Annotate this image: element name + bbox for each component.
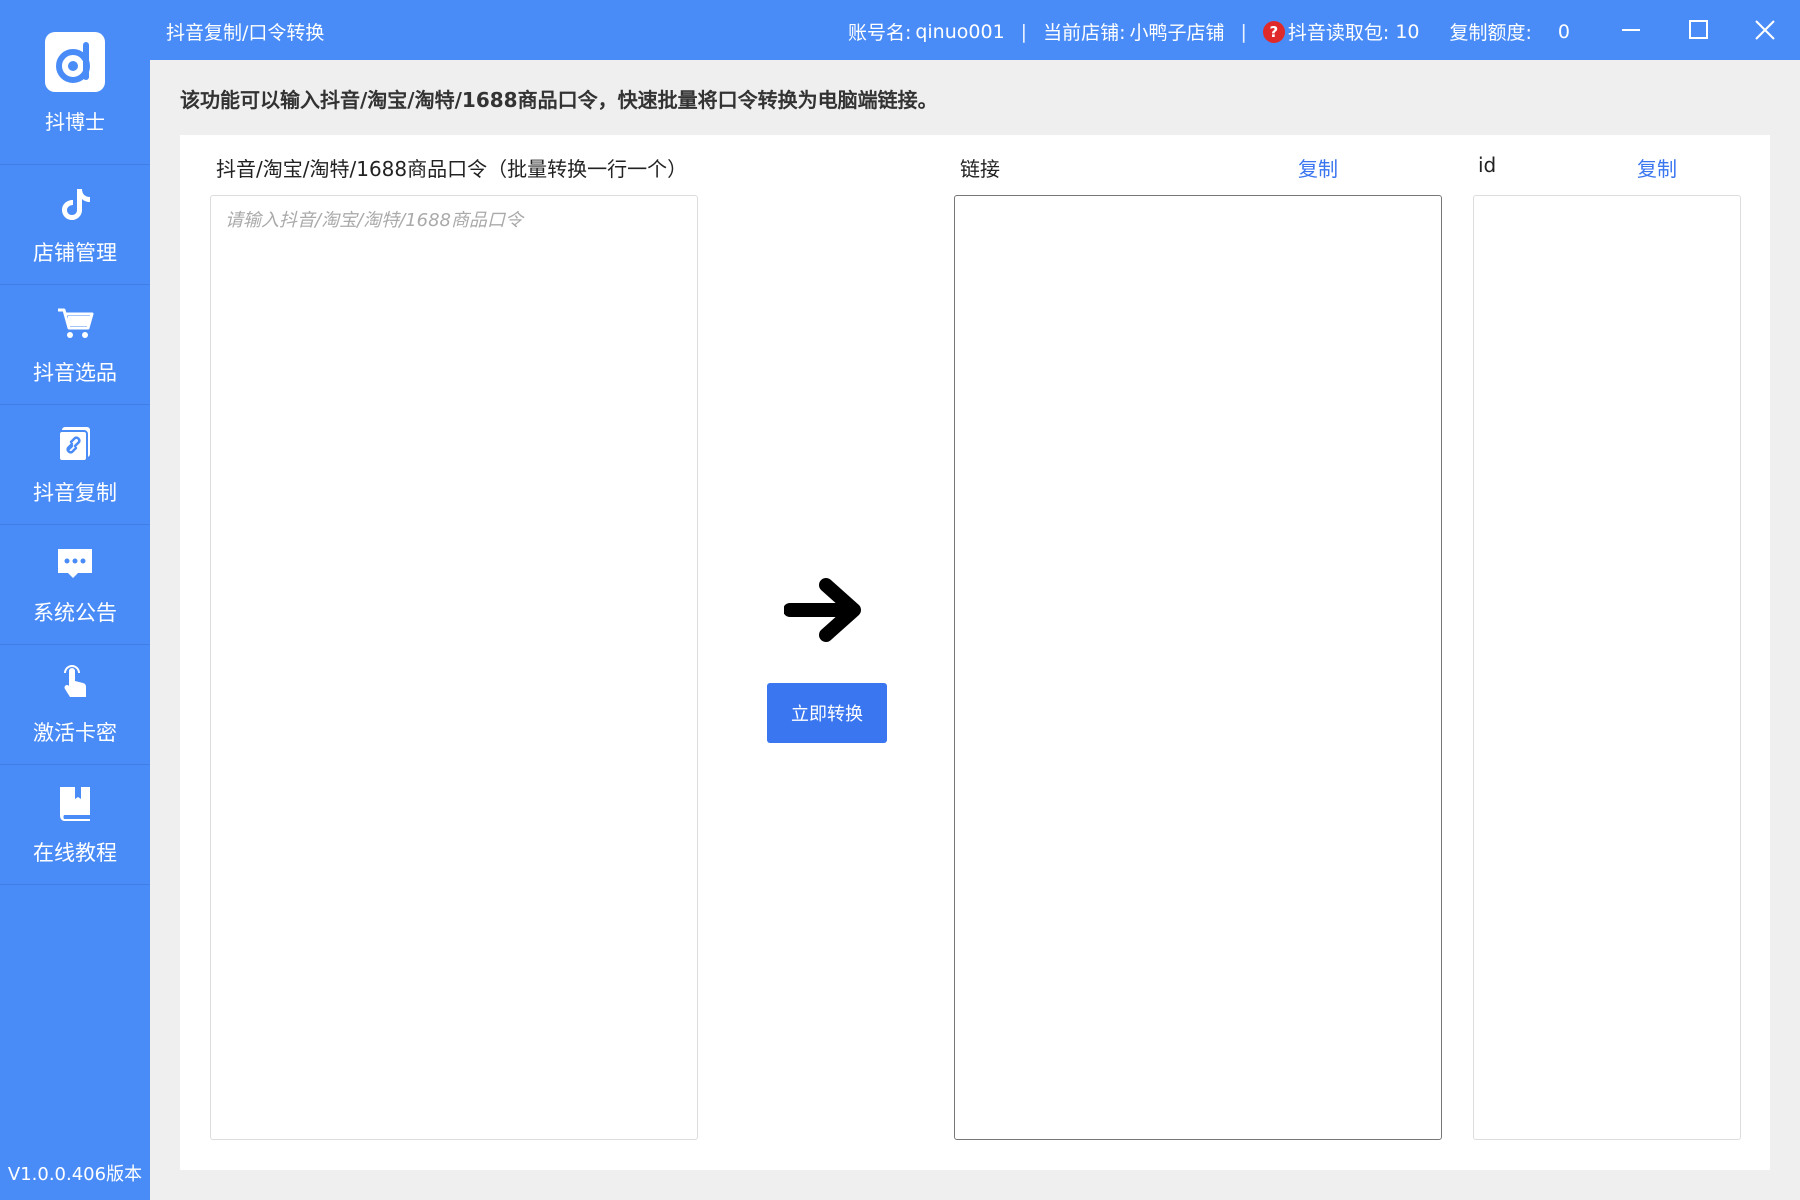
account-value: qinuo001 xyxy=(915,20,1005,43)
sidebar-item-announcements[interactable]: 系统公告 xyxy=(0,525,150,645)
link-copy-icon xyxy=(55,423,95,463)
sidebar-item-label: 激活卡密 xyxy=(33,721,117,745)
app-logo-text: 抖博士 xyxy=(45,110,105,134)
minimize-button[interactable] xyxy=(1598,0,1664,60)
feature-description: 该功能可以输入抖音/淘宝/淘特/1688商品口令，快速批量将口令转换为电脑端链接… xyxy=(180,88,938,112)
window-title: 抖音复制/口令转换 xyxy=(166,22,325,44)
id-label: id xyxy=(1478,153,1497,177)
message-icon xyxy=(55,543,95,583)
sidebar-item-online-tutorial[interactable]: 在线教程 xyxy=(0,765,150,885)
copy-link-button[interactable]: 复制 xyxy=(1298,153,1338,182)
copy-quota-label: 复制额度: xyxy=(1449,22,1532,44)
tiktok-icon xyxy=(55,183,95,223)
read-package-label: 抖音读取包: xyxy=(1287,22,1390,44)
maximize-icon xyxy=(1689,20,1708,39)
help-icon[interactable]: ? xyxy=(1262,20,1285,43)
sidebar-item-douyin-copy[interactable]: 抖音复制 xyxy=(0,405,150,525)
status-bar: 账号名: qinuo001 | 当前店铺: 小鸭子店铺 | ? 抖音读取包: 1… xyxy=(848,18,1570,45)
cart-icon xyxy=(55,303,95,343)
read-package-value: 10 xyxy=(1395,20,1420,43)
close-button[interactable] xyxy=(1732,0,1798,60)
app-logo-block: 抖博士 xyxy=(0,0,150,165)
sidebar-item-label: 在线教程 xyxy=(33,841,117,865)
copy-id-button[interactable]: 复制 xyxy=(1637,153,1677,182)
arrow-right-icon xyxy=(783,575,868,645)
id-output[interactable] xyxy=(1473,195,1741,1140)
minimize-icon xyxy=(1622,29,1640,31)
account-label: 账号名: xyxy=(847,22,912,44)
version-label: V1.0.0.406版本 xyxy=(7,1164,143,1185)
title-bar: 抖音复制/口令转换 账号名: qinuo001 | 当前店铺: 小鸭子店铺 | … xyxy=(150,0,1800,60)
close-icon xyxy=(1755,20,1775,40)
command-input[interactable] xyxy=(210,195,698,1140)
maximize-button[interactable] xyxy=(1666,0,1732,60)
link-output[interactable] xyxy=(954,195,1442,1140)
sidebar-item-label: 系统公告 xyxy=(33,601,117,625)
link-label: 链接 xyxy=(960,157,1000,181)
store-label: 当前店铺: xyxy=(1043,22,1126,44)
convert-button[interactable]: 立即转换 xyxy=(767,683,887,743)
input-label: 抖音/淘宝/淘特/1688商品口令（批量转换一行一个） xyxy=(216,157,688,181)
sidebar-item-label: 抖音复制 xyxy=(33,481,117,505)
store-value: 小鸭子店铺 xyxy=(1129,22,1225,44)
separator: | xyxy=(1020,20,1028,43)
book-icon xyxy=(55,783,95,823)
touch-icon xyxy=(55,663,95,703)
sidebar-item-product-selection[interactable]: 抖音选品 xyxy=(0,285,150,405)
sidebar: 抖博士 店铺管理 抖音选品 抖音复制 系统公告 激活卡密 在线教程 V1.0.0… xyxy=(0,0,150,1200)
sidebar-item-store-management[interactable]: 店铺管理 xyxy=(0,165,150,285)
app-logo-icon xyxy=(45,32,105,92)
copy-quota-value: 0 xyxy=(1557,20,1570,43)
sidebar-item-activate-card[interactable]: 激活卡密 xyxy=(0,645,150,765)
sidebar-item-label: 抖音选品 xyxy=(33,361,117,385)
sidebar-item-label: 店铺管理 xyxy=(33,241,117,265)
main-panel: 抖音/淘宝/淘特/1688商品口令（批量转换一行一个） 立即转换 链接 复制 i… xyxy=(180,135,1770,1170)
separator: | xyxy=(1240,20,1247,43)
